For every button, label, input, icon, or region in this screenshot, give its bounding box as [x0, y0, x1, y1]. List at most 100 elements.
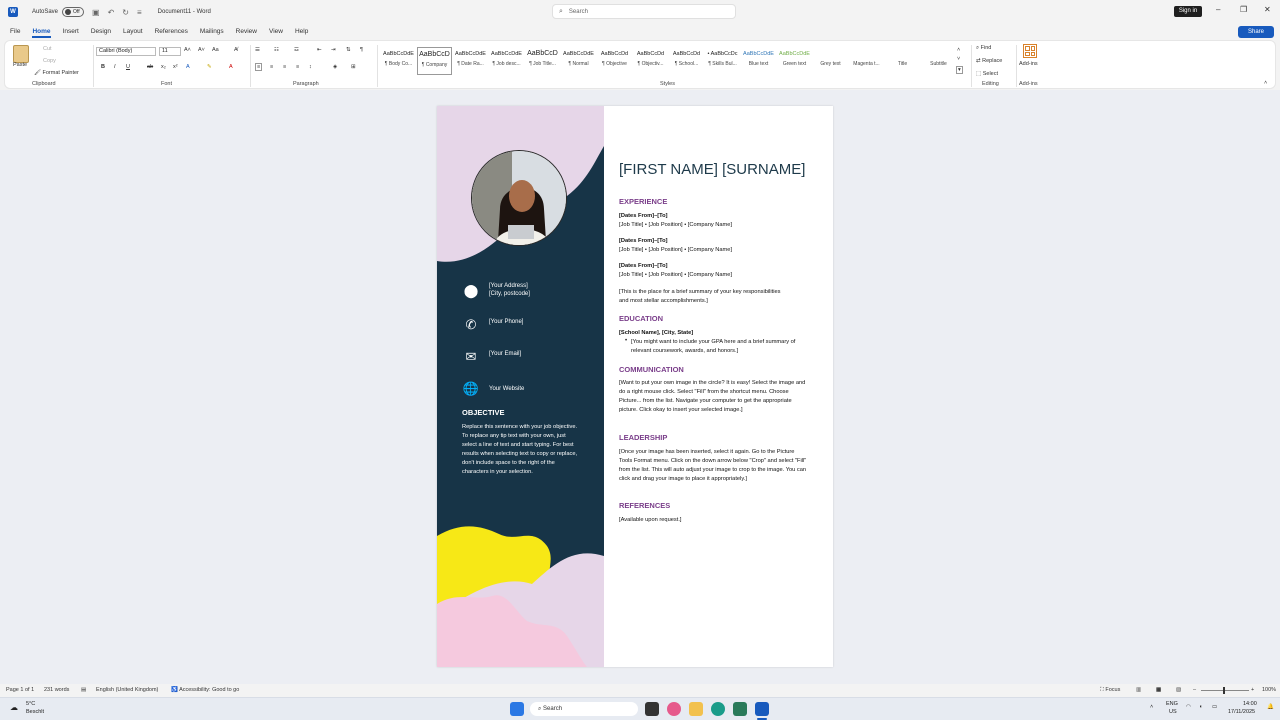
add-ins-button[interactable]: Add-ins	[1019, 61, 1038, 67]
sort-icon[interactable]: ⇅	[346, 47, 351, 53]
show-marks-icon[interactable]: ¶	[360, 47, 363, 53]
style-item[interactable]: AaBbCcDdE ¶ Job desc...	[489, 47, 524, 75]
tab-file[interactable]: File	[10, 28, 20, 35]
copilot-icon[interactable]	[667, 702, 681, 716]
clear-format-icon[interactable]: A̸	[234, 47, 238, 53]
style-item[interactable]: Grey text	[813, 47, 848, 75]
paste-button[interactable]: Paste	[13, 62, 27, 68]
italic-icon[interactable]: I	[114, 64, 116, 70]
word-count[interactable]: 231 words	[44, 687, 69, 693]
tray-overflow-icon[interactable]: ˄	[1150, 704, 1153, 710]
decrease-indent-icon[interactable]: ⇤	[317, 47, 322, 53]
share-button[interactable]: Share	[1238, 26, 1274, 38]
save-icon[interactable]: ▣	[92, 8, 100, 17]
styles-more-icon[interactable]: ▾	[956, 66, 963, 74]
underline-icon[interactable]: U	[126, 64, 130, 70]
borders-icon[interactable]: ⊞	[351, 64, 356, 70]
weather-desc[interactable]: Beschlt	[26, 709, 44, 715]
clock-time[interactable]: 14:00	[1243, 701, 1257, 707]
style-item[interactable]: Title	[885, 47, 920, 75]
zoom-level[interactable]: 100%	[1262, 687, 1276, 693]
tab-mailings[interactable]: Mailings	[200, 28, 224, 35]
select-button[interactable]: ⬚ Select	[976, 71, 998, 77]
tab-insert[interactable]: Insert	[63, 28, 79, 35]
style-item[interactable]: AaBbCcDdE Green text	[777, 47, 812, 75]
font-name-select[interactable]: Calibri (Body)	[96, 47, 156, 56]
proofing-icon[interactable]: ▤	[81, 687, 86, 693]
zoom-slider[interactable]	[1201, 687, 1249, 694]
style-item[interactable]: Magenta t...	[849, 47, 884, 75]
align-center-icon[interactable]: ≡	[270, 64, 273, 70]
bold-icon[interactable]: B	[101, 64, 105, 70]
style-item[interactable]: Subtitle	[921, 47, 956, 75]
tab-design[interactable]: Design	[91, 28, 111, 35]
style-item[interactable]: AaBbCcDdE Blue text	[741, 47, 776, 75]
subscript-icon[interactable]: x₂	[161, 64, 166, 70]
style-item[interactable]: AaBbCcDdE ¶ Normal	[561, 47, 596, 75]
style-item[interactable]: AaBbCcDdE ¶ Date Ra...	[453, 47, 488, 75]
web-layout-icon[interactable]: ▧	[1176, 687, 1181, 693]
tab-home[interactable]: Home	[32, 28, 51, 38]
profile-photo[interactable]	[471, 150, 567, 246]
cut-button[interactable]: Cut	[43, 46, 52, 52]
grow-font-icon[interactable]: A˄	[184, 47, 191, 53]
undo-icon[interactable]: ↶	[108, 8, 115, 17]
justify-icon[interactable]: ≡	[296, 64, 299, 70]
shading-icon[interactable]: ◈	[333, 64, 337, 70]
style-item[interactable]: AaBbCcDdE ¶ Body Co...	[381, 47, 416, 75]
tab-view[interactable]: View	[269, 28, 283, 35]
format-painter-button[interactable]: 🖌 Format Painter	[34, 70, 79, 76]
taskbar-search[interactable]: ⌕ Search	[530, 702, 638, 716]
style-item[interactable]: • AaBbCcDc ¶ Skills Bul...	[705, 47, 740, 75]
battery-icon[interactable]: ▭	[1212, 704, 1217, 710]
clock-date[interactable]: 17/11/2025	[1228, 709, 1255, 715]
word-taskbar-icon[interactable]	[755, 702, 769, 716]
strikethrough-icon[interactable]: ab	[147, 64, 153, 70]
find-button[interactable]: ⌕ Find	[976, 45, 991, 52]
bullets-icon[interactable]: ☰	[255, 47, 260, 53]
language-status[interactable]: English (United Kingdom)	[96, 687, 158, 693]
multilevel-list-icon[interactable]: ☲	[294, 47, 299, 53]
style-item[interactable]: AaBbCcD ¶ Company	[417, 47, 452, 75]
page-count[interactable]: Page 1 of 1	[6, 687, 34, 693]
collapse-ribbon-icon[interactable]: ˄	[1264, 80, 1267, 86]
copy-button[interactable]: Copy	[43, 58, 56, 64]
file-explorer-icon[interactable]	[689, 702, 703, 716]
add-ins-icon[interactable]	[1023, 44, 1037, 58]
tab-references[interactable]: References	[155, 28, 188, 35]
resume-page[interactable]: ⬤ [Your Address] [City, postcode] ✆ [You…	[437, 106, 833, 667]
autosave-toggle[interactable]: Off	[62, 7, 85, 17]
wifi-icon[interactable]: ◠	[1186, 704, 1191, 710]
lang-indicator-2[interactable]: US	[1169, 709, 1177, 715]
tab-review[interactable]: Review	[236, 28, 257, 35]
weather-icon[interactable]: ☁	[10, 703, 18, 712]
style-item[interactable]: AaBbCcD ¶ Job Title...	[525, 47, 560, 75]
text-effects-icon[interactable]: A	[186, 64, 190, 70]
tab-layout[interactable]: Layout	[123, 28, 143, 35]
align-left-icon[interactable]: ≡	[255, 63, 263, 71]
store-icon[interactable]	[733, 702, 747, 716]
search-input[interactable]: ⌕ Search	[552, 4, 736, 19]
style-item[interactable]: AaBbCcDd ¶ Objectiv...	[633, 47, 668, 75]
minimize-icon[interactable]: –	[1216, 5, 1220, 14]
tab-help[interactable]: Help	[295, 28, 308, 35]
redo-icon[interactable]: ↻	[122, 8, 129, 17]
style-item[interactable]: AaBbCcDd ¶ Objective	[597, 47, 632, 75]
print-layout-icon[interactable]: ▦	[1156, 687, 1161, 693]
volume-icon[interactable]: ◖	[1199, 704, 1202, 710]
close-icon[interactable]: ✕	[1264, 5, 1271, 14]
task-view-icon[interactable]	[645, 702, 659, 716]
restore-icon[interactable]: ❐	[1240, 5, 1247, 14]
change-case-icon[interactable]: Aa	[212, 47, 219, 53]
highlight-icon[interactable]: ✎	[207, 64, 212, 70]
replace-button[interactable]: ⇄ Replace	[976, 58, 1002, 64]
line-spacing-icon[interactable]: ↕	[309, 64, 312, 70]
font-color-icon[interactable]: A	[229, 64, 233, 70]
zoom-slider-thumb[interactable]	[1223, 687, 1225, 694]
font-size-select[interactable]: 11	[159, 47, 181, 56]
focus-button[interactable]: ⛶ Focus	[1100, 687, 1120, 694]
weather-temp[interactable]: 5°C	[26, 701, 35, 707]
superscript-icon[interactable]: x²	[173, 64, 178, 70]
paste-icon[interactable]	[13, 45, 29, 63]
style-item[interactable]: AaBbCcDd ¶ School...	[669, 47, 704, 75]
